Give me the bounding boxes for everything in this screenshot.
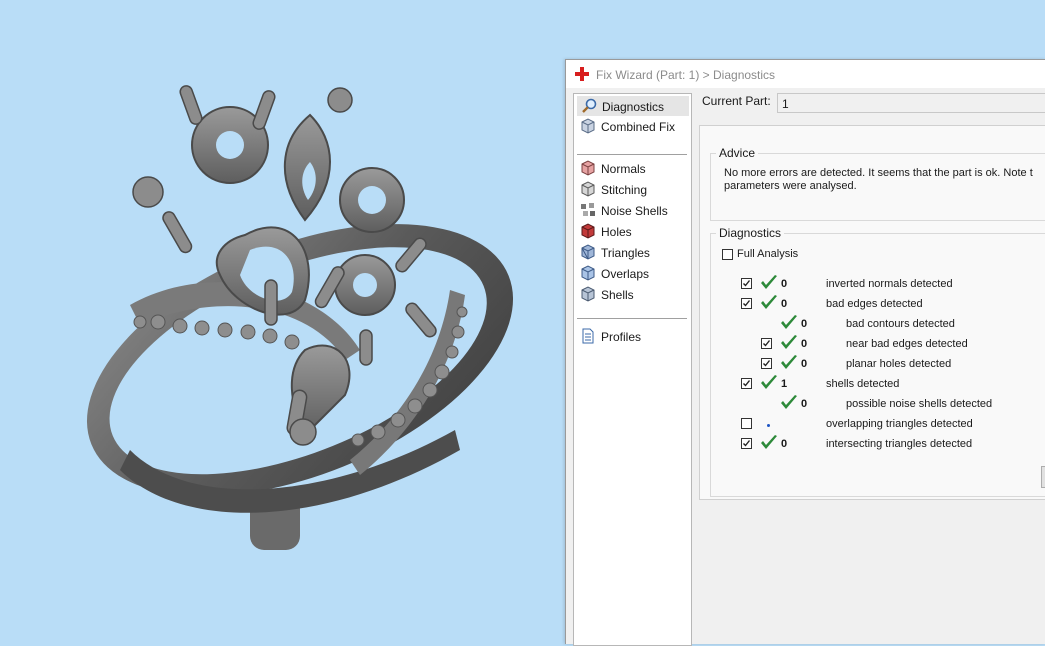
ring-model [86, 85, 514, 550]
green-check-icon [761, 275, 777, 289]
bad-contours-count: 0 [801, 318, 808, 330]
title-bar[interactable]: Fix Wizard (Part: 1) > Diagnostics [566, 60, 1045, 88]
nav-item-profiles[interactable]: Profiles [577, 327, 689, 347]
inverted-normals-label: inverted normals detected [826, 278, 953, 290]
nav-item-holes[interactable]: Holes [577, 222, 689, 242]
nav-divider [577, 154, 687, 155]
checkmark-icon [743, 440, 751, 447]
advice-group: Advice No more errors are detected. It s… [710, 146, 1045, 221]
nav-item-triangles[interactable]: Triangles [577, 243, 689, 263]
document-icon [582, 328, 594, 344]
checkmark-icon [763, 360, 771, 367]
checkmark-icon [743, 300, 751, 307]
inverted-normals-checkbox[interactable] [741, 278, 752, 289]
planar-holes-checkbox[interactable] [761, 358, 772, 369]
normals-cube-icon [581, 160, 595, 176]
current-part-label: Current Part: [702, 94, 771, 108]
intersecting-triangles-count: 0 [781, 438, 788, 450]
full-analysis-label: Full Analysis [737, 248, 799, 260]
near-bad-edges-label: near bad edges detected [846, 338, 968, 350]
nav-label: Overlaps [601, 267, 650, 281]
bad-contours-label: bad contours detected [846, 318, 955, 330]
nav-label: Diagnostics [602, 100, 665, 114]
advice-line: No more errors are detected. It seems th… [724, 167, 1033, 179]
analyse-button[interactable] [1041, 466, 1045, 488]
window-title: Fix Wizard (Part: 1) > Diagnostics [596, 68, 776, 82]
nav-divider [577, 318, 687, 319]
checkmark-icon [743, 380, 751, 387]
nav-item-normals[interactable]: Normals [577, 159, 689, 179]
nav-label: Triangles [601, 246, 650, 260]
nav-item-noise-shells[interactable]: Noise Shells [577, 201, 689, 221]
overlapping-triangles-label: overlapping triangles detected [826, 418, 973, 430]
stitching-cube-icon [581, 181, 595, 197]
checkmark-icon [743, 280, 751, 287]
nav-label: Noise Shells [601, 204, 668, 218]
shells-checkbox[interactable] [741, 378, 752, 389]
noise-shells-icon [581, 203, 595, 216]
green-check-icon [781, 355, 797, 369]
shells-cube-icon [581, 286, 595, 302]
intersecting-triangles-label: intersecting triangles detected [826, 438, 973, 450]
diagnostics-group: Diagnostics Full Analysis 0 inverted nor… [710, 226, 1045, 497]
nav-item-diagnostics[interactable]: Diagnostics [577, 96, 689, 116]
nav-label: Profiles [601, 330, 642, 344]
shells-label: shells detected [826, 378, 900, 390]
bad-edges-checkbox[interactable] [741, 298, 752, 309]
green-check-icon [781, 335, 797, 349]
overlaps-cube-icon [581, 265, 595, 281]
wizard-nav: Diagnostics Combined Fix Normals Stitchi… [573, 93, 692, 646]
bad-edges-count: 0 [781, 298, 788, 310]
green-check-icon [761, 295, 777, 309]
nav-label: Normals [601, 162, 646, 176]
advice-legend: Advice [716, 146, 759, 160]
advice-line: parameters were analysed. [724, 180, 857, 192]
current-part-value: 1 [782, 97, 789, 111]
diagnostics-legend: Diagnostics [716, 226, 785, 240]
nav-item-combined-fix[interactable]: Combined Fix [577, 117, 689, 137]
nav-label: Combined Fix [601, 120, 676, 134]
green-check-icon [781, 315, 797, 329]
checkmark-icon [763, 340, 771, 347]
planar-holes-count: 0 [801, 358, 808, 370]
current-part-field[interactable]: 1 [777, 93, 1045, 113]
advice-text: No more errors are detected. It seems th… [724, 167, 1045, 193]
near-bad-edges-checkbox[interactable] [761, 338, 772, 349]
shells-count: 1 [781, 378, 788, 390]
green-check-icon [761, 435, 777, 449]
red-cross-icon [575, 67, 589, 81]
noise-shells-label: possible noise shells detected [846, 398, 993, 410]
inverted-normals-count: 0 [781, 278, 788, 290]
nav-item-stitching[interactable]: Stitching [577, 180, 689, 200]
nav-label: Shells [601, 288, 634, 302]
bad-edges-label: bad edges detected [826, 298, 923, 310]
holes-cube-icon [581, 223, 595, 239]
nav-label: Stitching [601, 183, 648, 197]
triangles-cube-icon [581, 244, 595, 260]
nav-label: Holes [601, 225, 632, 239]
planar-holes-label: planar holes detected [846, 358, 952, 370]
green-check-icon [781, 395, 797, 409]
status-dot-icon [767, 424, 770, 427]
nav-item-overlaps[interactable]: Overlaps [577, 264, 689, 284]
diagnostics-panel: Advice No more errors are detected. It s… [699, 125, 1045, 500]
cube-icon [581, 118, 595, 134]
magnifier-icon [582, 98, 597, 113]
intersecting-triangles-checkbox[interactable] [741, 438, 752, 449]
overlapping-triangles-checkbox[interactable] [741, 418, 752, 429]
fix-wizard-dialog: Fix Wizard (Part: 1) > Diagnostics Diagn… [565, 59, 1045, 646]
noise-shells-count: 0 [801, 398, 808, 410]
green-check-icon [761, 375, 777, 389]
nav-item-shells[interactable]: Shells [577, 285, 689, 305]
full-analysis-checkbox[interactable] [722, 249, 733, 260]
near-bad-edges-count: 0 [801, 338, 808, 350]
